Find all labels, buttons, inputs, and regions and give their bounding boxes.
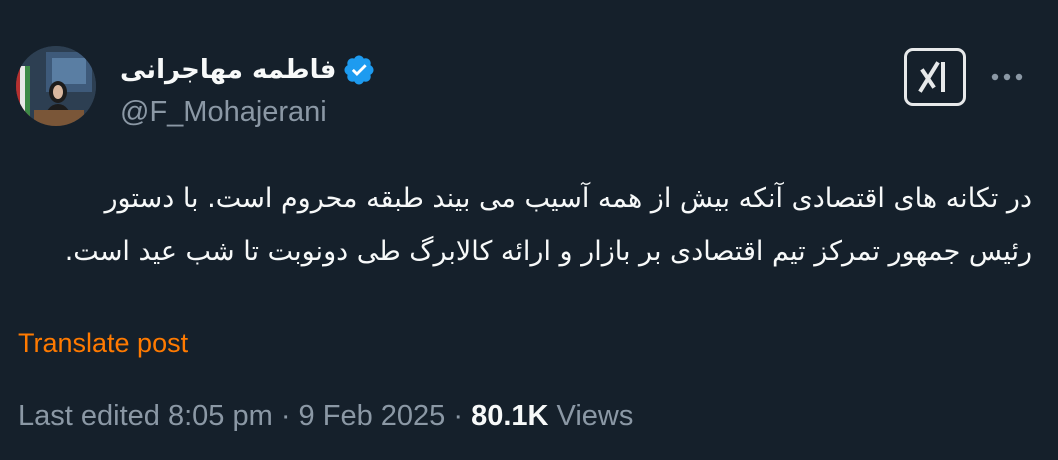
post-time[interactable]: 8:05 pm xyxy=(168,400,273,432)
meta-separator: · xyxy=(280,400,291,432)
post-date[interactable]: 9 Feb 2025 xyxy=(299,400,446,432)
grok-button[interactable] xyxy=(904,48,966,106)
author-display-name[interactable]: فاطمه مهاجرانی xyxy=(120,55,336,85)
avatar-image xyxy=(16,46,96,126)
avatar[interactable] xyxy=(16,46,96,126)
views-count[interactable]: 80.1K xyxy=(471,400,548,432)
edited-label[interactable]: Last edited xyxy=(18,400,160,432)
post-text: در تکانه های اقتصادی آنکه بیش از همه آسی… xyxy=(64,183,1032,267)
views-label: Views xyxy=(556,400,634,432)
translate-post-link[interactable]: Translate post xyxy=(18,328,188,359)
meta-separator: · xyxy=(453,400,464,432)
more-options-button[interactable] xyxy=(990,60,1024,94)
author-handle[interactable]: @F_Mohajerani xyxy=(120,96,327,129)
author-name-row[interactable]: فاطمه مهاجرانی xyxy=(120,50,376,90)
more-horizontal-icon xyxy=(991,73,1023,81)
grok-icon xyxy=(918,61,945,93)
verified-badge-icon xyxy=(342,53,376,87)
post-metadata: Last edited 8:05 pm · 9 Feb 2025 · 80.1K… xyxy=(18,400,633,433)
